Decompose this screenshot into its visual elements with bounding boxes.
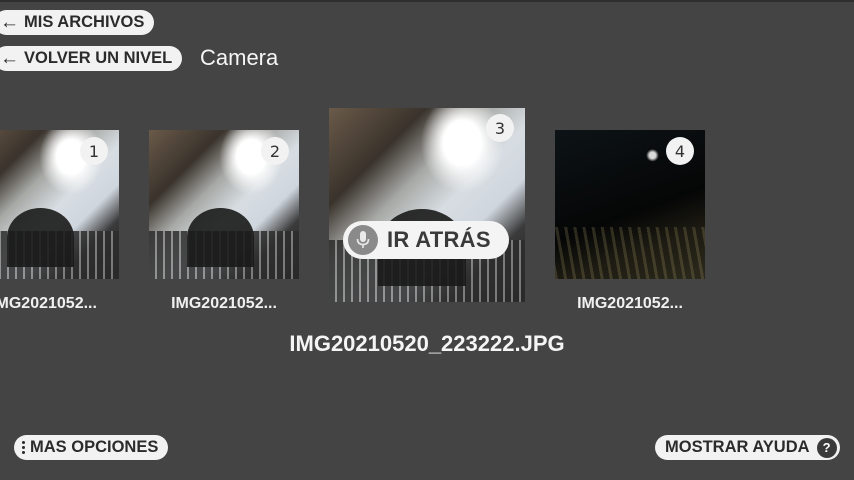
thumbnail-index-badge: 1 [80,137,108,165]
up-one-level-button[interactable]: ← VOLVER UN NIVEL [0,46,183,71]
thumbnail-index-badge: 3 [486,114,514,142]
help-icon: ? [816,437,837,458]
thumbnail-caption: IMG2021052... [0,295,97,312]
more-options-label: MAS OPCIONES [30,438,159,456]
thumbnail-index-badge: 2 [261,137,289,165]
up-one-level-label: VOLVER UN NIVEL [24,49,173,67]
my-files-button[interactable]: ← MIS ARCHIVOS [0,10,155,35]
show-help-button[interactable]: MOSTRAR AYUDA ? [655,435,840,460]
show-help-label: MOSTRAR AYUDA [665,438,810,456]
microphone-icon [348,225,378,255]
more-vertical-icon [22,440,25,455]
selected-file-name: IMG20210520_223222.JPG [289,331,565,356]
go-back-voice-command[interactable]: IR ATRÁS [343,221,509,259]
arrow-left-icon: ← [0,48,19,69]
thumbnail-caption: IMG2021052... [577,295,683,312]
folder-title: Camera [200,45,279,70]
top-border [0,0,854,2]
thumbnail-caption: IMG2021052... [171,295,277,312]
more-options-button[interactable]: MAS OPCIONES [14,435,169,460]
thumbnail-index-badge: 4 [666,137,694,165]
my-files-label: MIS ARCHIVOS [24,13,145,31]
voice-command-label: IR ATRÁS [387,227,491,252]
arrow-left-icon: ← [0,12,19,33]
